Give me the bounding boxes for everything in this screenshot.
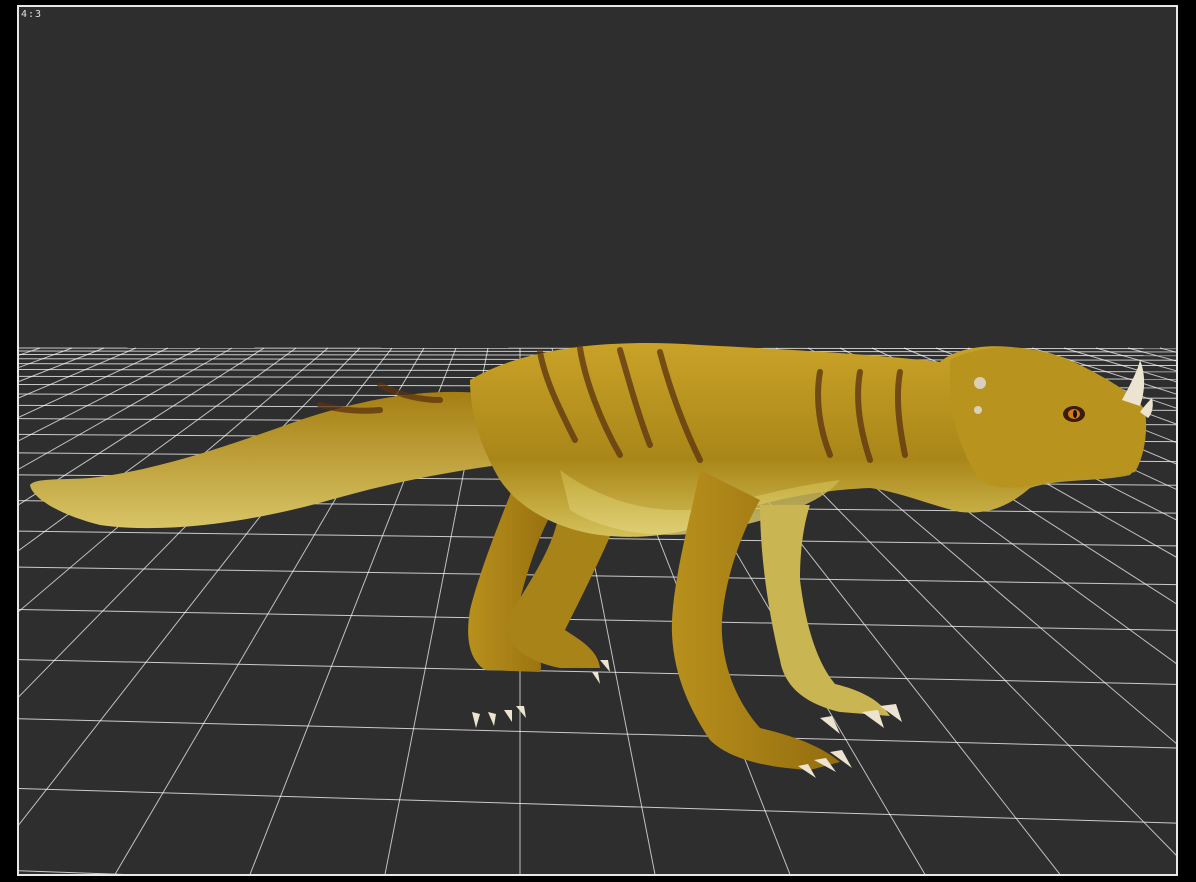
grid-line: [1159, 347, 1176, 353]
dino-pupil: [1073, 410, 1077, 418]
dinosaur-model[interactable]: [30, 343, 1153, 778]
grid-line: [19, 870, 126, 874]
dino-head: [950, 347, 1147, 488]
grid-line: [19, 718, 1176, 749]
grid-line: [1192, 348, 1196, 882]
grid-line: [19, 347, 233, 470]
grid-line: [19, 347, 169, 418]
scene-canvas[interactable]: [0, 0, 1196, 882]
grid-line: [19, 347, 201, 442]
3d-viewport[interactable]: 4:3: [0, 0, 1196, 882]
grid-line: [19, 347, 105, 382]
grid-line: [19, 347, 41, 356]
grid-line: [19, 347, 73, 368]
dino-tail: [30, 391, 520, 529]
grid-line: [19, 347, 265, 506]
grid-line: [19, 347, 137, 399]
grid-line: [19, 787, 1176, 824]
dino-knob: [974, 377, 986, 389]
grid-line: [19, 347, 297, 551]
grid-line: [0, 348, 8, 882]
dino-knob: [974, 406, 982, 414]
dino-fore-leg-far: [760, 505, 890, 716]
aspect-ratio-label: 4:3: [21, 9, 43, 20]
